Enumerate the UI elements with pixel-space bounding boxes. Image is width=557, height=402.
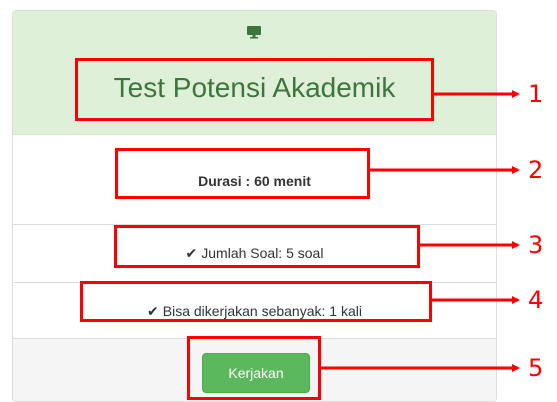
annotation-label-2: 2 [528, 156, 544, 184]
annotation-arrows [321, 90, 520, 372]
annotation-label-4: 4 [528, 286, 544, 314]
annotation-label-5: 5 [528, 354, 544, 382]
annotation-label-3: 3 [528, 231, 544, 259]
annotation-label-1: 1 [528, 80, 544, 108]
